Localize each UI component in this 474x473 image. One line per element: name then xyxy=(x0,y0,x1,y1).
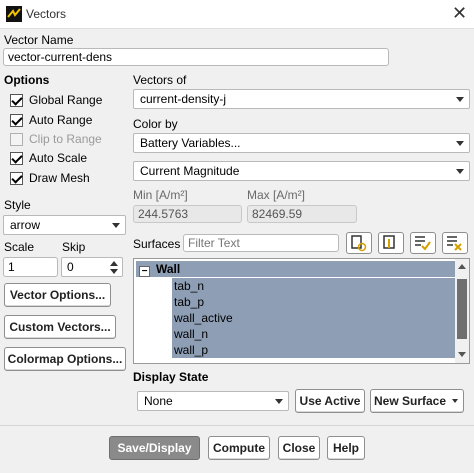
surface-group-name: Wall xyxy=(156,262,181,276)
color-by-quantity-value: Current Magnitude xyxy=(140,164,240,178)
help-button[interactable]: Help xyxy=(327,436,365,460)
checkbox-box xyxy=(10,93,23,107)
global-range-checkbox[interactable]: Global Range xyxy=(10,91,102,109)
surface-group-wall[interactable]: − Wall xyxy=(136,261,455,277)
select-all-button[interactable] xyxy=(378,232,404,254)
vector-name-input[interactable] xyxy=(3,48,389,66)
auto-scale-label: Auto Scale xyxy=(29,151,88,165)
chevron-down-icon xyxy=(452,399,458,403)
chevron-down-icon xyxy=(456,97,464,102)
min-label: Min [A/m²] xyxy=(133,188,188,202)
scale-label: Scale xyxy=(4,240,35,254)
checkbox-box xyxy=(10,151,23,165)
display-state-value: None xyxy=(144,394,173,408)
color-by-quantity-dropdown[interactable]: Current Magnitude xyxy=(133,161,470,181)
title-bar: Vectors ✕ xyxy=(0,0,474,29)
checkbox-box xyxy=(10,113,23,127)
spinner-down-icon[interactable] xyxy=(110,269,118,274)
spinner-up-icon[interactable] xyxy=(110,261,118,266)
global-range-label: Global Range xyxy=(29,93,103,107)
chevron-down-icon xyxy=(275,399,283,404)
max-label: Max [A/m²] xyxy=(247,188,306,202)
list-item[interactable]: wall_n xyxy=(172,326,455,342)
chevron-down-icon xyxy=(456,141,464,146)
style-label: Style xyxy=(4,198,31,212)
collapse-icon[interactable]: − xyxy=(139,266,150,277)
use-active-button[interactable]: Use Active xyxy=(295,389,365,413)
window-title: Vectors xyxy=(26,7,67,21)
footer-divider xyxy=(0,425,474,426)
draw-mesh-checkbox[interactable]: Draw Mesh xyxy=(10,169,90,187)
options-label: Options xyxy=(4,73,50,87)
checkbox-box xyxy=(10,171,23,185)
chevron-down-icon xyxy=(456,169,464,174)
vectors-of-value: current-density-j xyxy=(140,92,227,106)
auto-range-checkbox[interactable]: Auto Range xyxy=(10,111,92,129)
new-surface-dropdown-button[interactable]: New Surface xyxy=(370,389,464,413)
checkbox-box xyxy=(10,132,23,146)
scroll-down-icon[interactable] xyxy=(457,351,467,359)
clip-to-range-checkbox[interactable]: Clip to Range xyxy=(10,130,102,148)
new-surface-button[interactable] xyxy=(346,232,372,254)
compute-button[interactable]: Compute xyxy=(208,436,270,460)
vector-name-label: Vector Name xyxy=(4,33,74,47)
select-none-button[interactable] xyxy=(410,232,436,254)
auto-range-label: Auto Range xyxy=(29,113,93,127)
new-surface-label: New Surface xyxy=(374,394,447,408)
list-item[interactable]: tab_n xyxy=(172,278,455,294)
scrollbar-thumb[interactable] xyxy=(457,279,467,339)
custom-vectors-button[interactable]: Custom Vectors... xyxy=(4,315,116,339)
close-button[interactable]: Close xyxy=(278,436,320,460)
draw-mesh-label: Draw Mesh xyxy=(29,171,90,185)
style-value: arrow xyxy=(10,218,41,232)
colormap-options-button[interactable]: Colormap Options... xyxy=(4,347,126,371)
vectors-of-dropdown[interactable]: current-density-j xyxy=(133,89,470,109)
display-state-dropdown[interactable]: None xyxy=(137,391,289,411)
skip-label: Skip xyxy=(62,240,86,254)
display-state-label: Display State xyxy=(133,370,209,384)
surfaces-label: Surfaces xyxy=(133,237,181,251)
scroll-up-icon[interactable] xyxy=(457,262,467,270)
clip-to-range-label: Clip to Range xyxy=(29,132,102,146)
list-item[interactable]: wall_p xyxy=(172,342,455,358)
max-value-field: 82469.59 xyxy=(247,205,357,223)
app-logo-icon xyxy=(6,6,22,22)
close-window-icon[interactable]: ✕ xyxy=(452,3,467,24)
save-display-button[interactable]: Save/Display xyxy=(109,436,200,460)
skip-spinner[interactable]: 0 xyxy=(61,257,123,277)
surfaces-scrollbar[interactable] xyxy=(455,259,469,363)
skip-value: 0 xyxy=(67,260,74,274)
list-item[interactable]: wall_active xyxy=(172,310,455,326)
vector-options-button[interactable]: Vector Options... xyxy=(4,283,111,307)
select-all-icon xyxy=(383,235,395,249)
surfaces-filter-input[interactable] xyxy=(183,234,339,252)
list-item[interactable]: tab_p xyxy=(172,294,455,310)
color-by-category-dropdown[interactable]: Battery Variables... xyxy=(133,133,470,153)
new-surface-icon xyxy=(351,235,367,252)
style-dropdown[interactable]: arrow xyxy=(3,215,126,235)
vectors-of-label: Vectors of xyxy=(133,73,187,87)
color-by-label: Color by xyxy=(133,117,178,131)
auto-scale-checkbox[interactable]: Auto Scale xyxy=(10,149,87,167)
clear-icon xyxy=(447,236,462,251)
surfaces-list[interactable]: − Wall tab_n tab_p wall_active wall_n wal… xyxy=(133,258,470,364)
chevron-down-icon xyxy=(112,223,120,228)
clear-selection-button[interactable] xyxy=(442,232,468,254)
color-by-category-value: Battery Variables... xyxy=(140,136,241,150)
min-value-field: 244.5763 xyxy=(133,205,242,223)
select-none-icon xyxy=(415,236,431,251)
scale-input[interactable] xyxy=(3,257,58,277)
